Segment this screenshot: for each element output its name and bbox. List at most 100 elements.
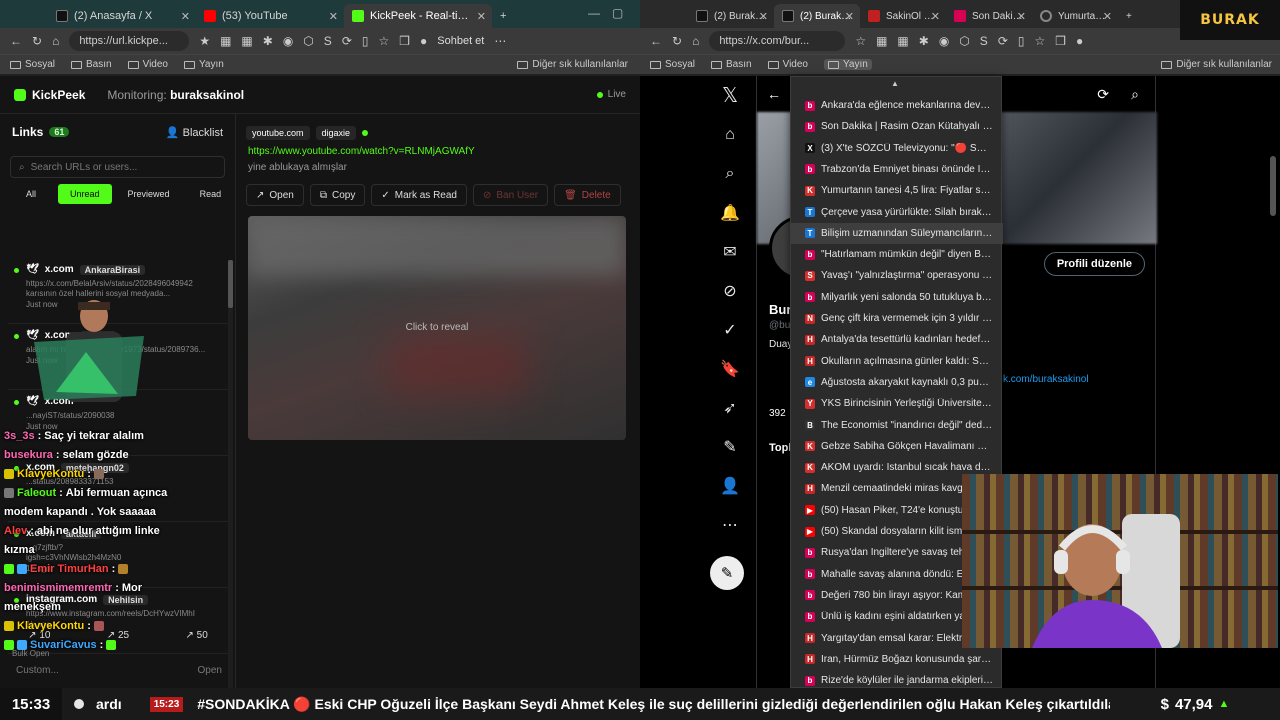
back-icon[interactable]: ← (767, 86, 781, 102)
extension-icon[interactable]: ⟳ (998, 34, 1008, 48)
dropdown-bookmark-item[interactable]: b Son Dakika | Rasim Ozan Kütahyalı tahli… (791, 116, 1003, 137)
dropdown-bookmark-item[interactable]: X (3) X'te SÖZCÜ Televizyonu: "🔴 SON D... (791, 138, 1003, 159)
tab-x-home[interactable]: (2) Anasayfa / X ✕ (48, 4, 196, 28)
bookmark-basin[interactable]: Basın (711, 59, 752, 70)
refresh-icon[interactable]: ⟳ (1097, 86, 1109, 103)
tab-x-profile-active[interactable]: (2) BurakSakin...✕ (774, 4, 860, 28)
lists-icon[interactable]: ✎ (708, 427, 752, 466)
extension-icon[interactable]: ▦ (220, 34, 231, 48)
profile-avatar[interactable]: ● (420, 34, 427, 48)
copilot-button[interactable]: Sohbet et (437, 35, 484, 47)
extension-icon[interactable]: ✱ (263, 34, 273, 48)
open-button[interactable]: ↗ Open (246, 184, 304, 206)
close-icon[interactable]: ✕ (931, 10, 940, 23)
profile-avatar[interactable]: ● (1076, 34, 1083, 48)
close-icon[interactable]: ✕ (477, 10, 486, 23)
more-icon[interactable]: ⋯ (708, 505, 752, 544)
profile-link[interactable]: k.com/buraksakinol (1003, 374, 1089, 385)
extension-icon[interactable]: ▦ (876, 34, 887, 48)
dropdown-bookmark-item[interactable]: S Yavaş'ı "yalnızlaştırma" operasyonu - S… (791, 265, 1003, 286)
bookmark-video[interactable]: Video (127, 59, 168, 70)
new-tab-button[interactable]: + (492, 4, 516, 28)
dropdown-bookmark-item[interactable]: H Antalya'da tesettürlü kadınları hedef a… (791, 329, 1003, 350)
tab-kickpeek[interactable]: KickPeek - Real-time URL Crawler✕ (344, 4, 492, 28)
filter-all[interactable]: All (10, 184, 52, 204)
dropdown-bookmark-item[interactable]: b Trabzon'da Emniyet binası önünde İHA... (791, 159, 1003, 180)
dropdown-bookmark-item[interactable]: e Ağustosta akaryakıt kaynaklı 0,3 puan e… (791, 372, 1003, 393)
mark-as-read-button[interactable]: ✓ Mark as Read (371, 184, 467, 206)
x-scrollbar[interactable] (1270, 156, 1276, 216)
url-field[interactable]: https://url.kickpe... (69, 31, 190, 51)
home-icon[interactable]: ⌂ (692, 34, 699, 48)
tab-yumurta[interactable]: Yumurtanın ta...✕ (1032, 4, 1118, 28)
dropdown-bookmark-item[interactable]: b "Hatırlamam mümkün değil" diyen Böce... (791, 244, 1003, 265)
home-icon[interactable]: ⌂ (52, 34, 59, 48)
dropdown-bookmark-item[interactable]: K Yumurtanın tanesi 4,5 lira: Fiyatlar so… (791, 180, 1003, 201)
dropdown-bookmark-item[interactable]: H İran, Hürmüz Boğazı konusunda şartlan..… (791, 649, 1003, 670)
filter-unread[interactable]: Unread (58, 184, 112, 204)
selected-url-link[interactable]: https://www.youtube.com/watch?v=RLNMjAGW… (248, 146, 475, 157)
reload-icon[interactable]: ↻ (672, 34, 682, 48)
verified-icon[interactable]: ✓ (708, 310, 752, 349)
profile-stat[interactable]: 392 (769, 408, 786, 419)
extension-icon[interactable]: ▦ (897, 34, 908, 48)
extension-icon[interactable]: ⬡ (303, 34, 313, 48)
bookmark-video[interactable]: Video (767, 59, 808, 70)
extension-icon[interactable]: S (324, 34, 332, 48)
extension-icon[interactable]: ▦ (241, 34, 252, 48)
bookmark-other[interactable]: Diğer sık kullanılanlar (517, 59, 628, 70)
dropdown-bookmark-item[interactable]: T Çerçeve yasa yürürlükte: Silah bırakma … (791, 202, 1003, 223)
profile-icon[interactable]: 👤 (708, 466, 752, 505)
split-icon[interactable]: ▯ (1018, 34, 1025, 48)
x-logo-icon[interactable]: 𝕏 (708, 76, 752, 115)
star-icon[interactable]: ★ (199, 34, 210, 48)
dropdown-bookmark-item[interactable]: Y YKS Birincisinin Yerleştiği Üniversite … (791, 393, 1003, 414)
grok-icon[interactable]: ⊘ (708, 271, 752, 310)
dropdown-bookmark-item[interactable]: B The Economist "inandırıcı değil" dedi, … (791, 415, 1003, 436)
close-icon[interactable]: ✕ (329, 10, 338, 23)
search-icon[interactable]: ⌕ (1131, 86, 1139, 103)
dropdown-bookmark-item[interactable]: b Milyarlık yeni salonda 50 tutukluya bir… (791, 287, 1003, 308)
extension-icon[interactable]: ◉ (283, 34, 293, 48)
close-icon[interactable]: ✕ (759, 10, 768, 23)
new-tab-button[interactable]: + (1118, 4, 1142, 28)
extension-icon[interactable]: ⬡ (959, 34, 969, 48)
close-icon[interactable]: ✕ (1103, 10, 1112, 23)
search-icon[interactable]: ⌕ (708, 154, 752, 193)
custom-open-button[interactable]: Open (198, 665, 222, 676)
menu-icon[interactable]: ⋯ (494, 34, 506, 48)
bookmark-yayin[interactable]: Yayın (824, 59, 872, 70)
tab-son-dakika[interactable]: Son Dakika | R...✕ (946, 4, 1032, 28)
premium-icon[interactable]: ➶ (708, 388, 752, 427)
bookmark-sosyal[interactable]: Sosyal (10, 59, 55, 70)
blurred-preview[interactable]: Click to reveal (248, 216, 626, 440)
blacklist-button[interactable]: 👤 Blacklist (166, 126, 223, 139)
split-icon[interactable]: ▯ (362, 34, 369, 48)
favorites-icon[interactable]: ☆ (378, 34, 389, 48)
custom-count-input[interactable]: Custom... (16, 665, 59, 676)
back-icon[interactable]: ← (10, 34, 22, 48)
close-icon[interactable]: ✕ (845, 10, 854, 23)
reload-icon[interactable]: ↻ (32, 34, 42, 48)
collections-icon[interactable]: ❒ (399, 34, 410, 48)
url-field[interactable]: https://x.com/bur... (709, 31, 846, 51)
dropdown-bookmark-item[interactable]: H Okulların açılmasına günler kaldı: Serv… (791, 351, 1003, 372)
close-icon[interactable]: ✕ (1017, 10, 1026, 23)
star-icon[interactable]: ☆ (855, 34, 866, 48)
bookmarks-icon[interactable]: 🔖 (708, 349, 752, 388)
tab-youtube[interactable]: (53) YouTube ✕ (196, 4, 344, 28)
extension-icon[interactable]: ⟳ (342, 34, 352, 48)
notifications-icon[interactable]: 🔔 (708, 193, 752, 232)
messages-icon[interactable]: ✉ (708, 232, 752, 271)
dropdown-bookmark-item[interactable]: b Ankara'da eğlence mekanlarına dev "ins.… (791, 95, 1003, 116)
delete-button[interactable]: 🗑 Delete (554, 184, 621, 206)
collections-icon[interactable]: ❒ (1055, 34, 1066, 48)
copy-button[interactable]: ⧉ Copy (309, 184, 366, 206)
tab-sakinol-haber[interactable]: SakinOl Haber✕ (860, 4, 946, 28)
dropdown-bookmark-item[interactable]: T Bilişim uzmanından Süleymancıların Glo.… (791, 222, 1003, 244)
bookmark-other[interactable]: Diğer sık kullanılanlar (1161, 59, 1272, 70)
extension-icon[interactable]: ✱ (919, 34, 929, 48)
bookmark-basin[interactable]: Basın (71, 59, 112, 70)
close-icon[interactable]: ✕ (181, 10, 190, 23)
favorites-icon[interactable]: ☆ (1034, 34, 1045, 48)
